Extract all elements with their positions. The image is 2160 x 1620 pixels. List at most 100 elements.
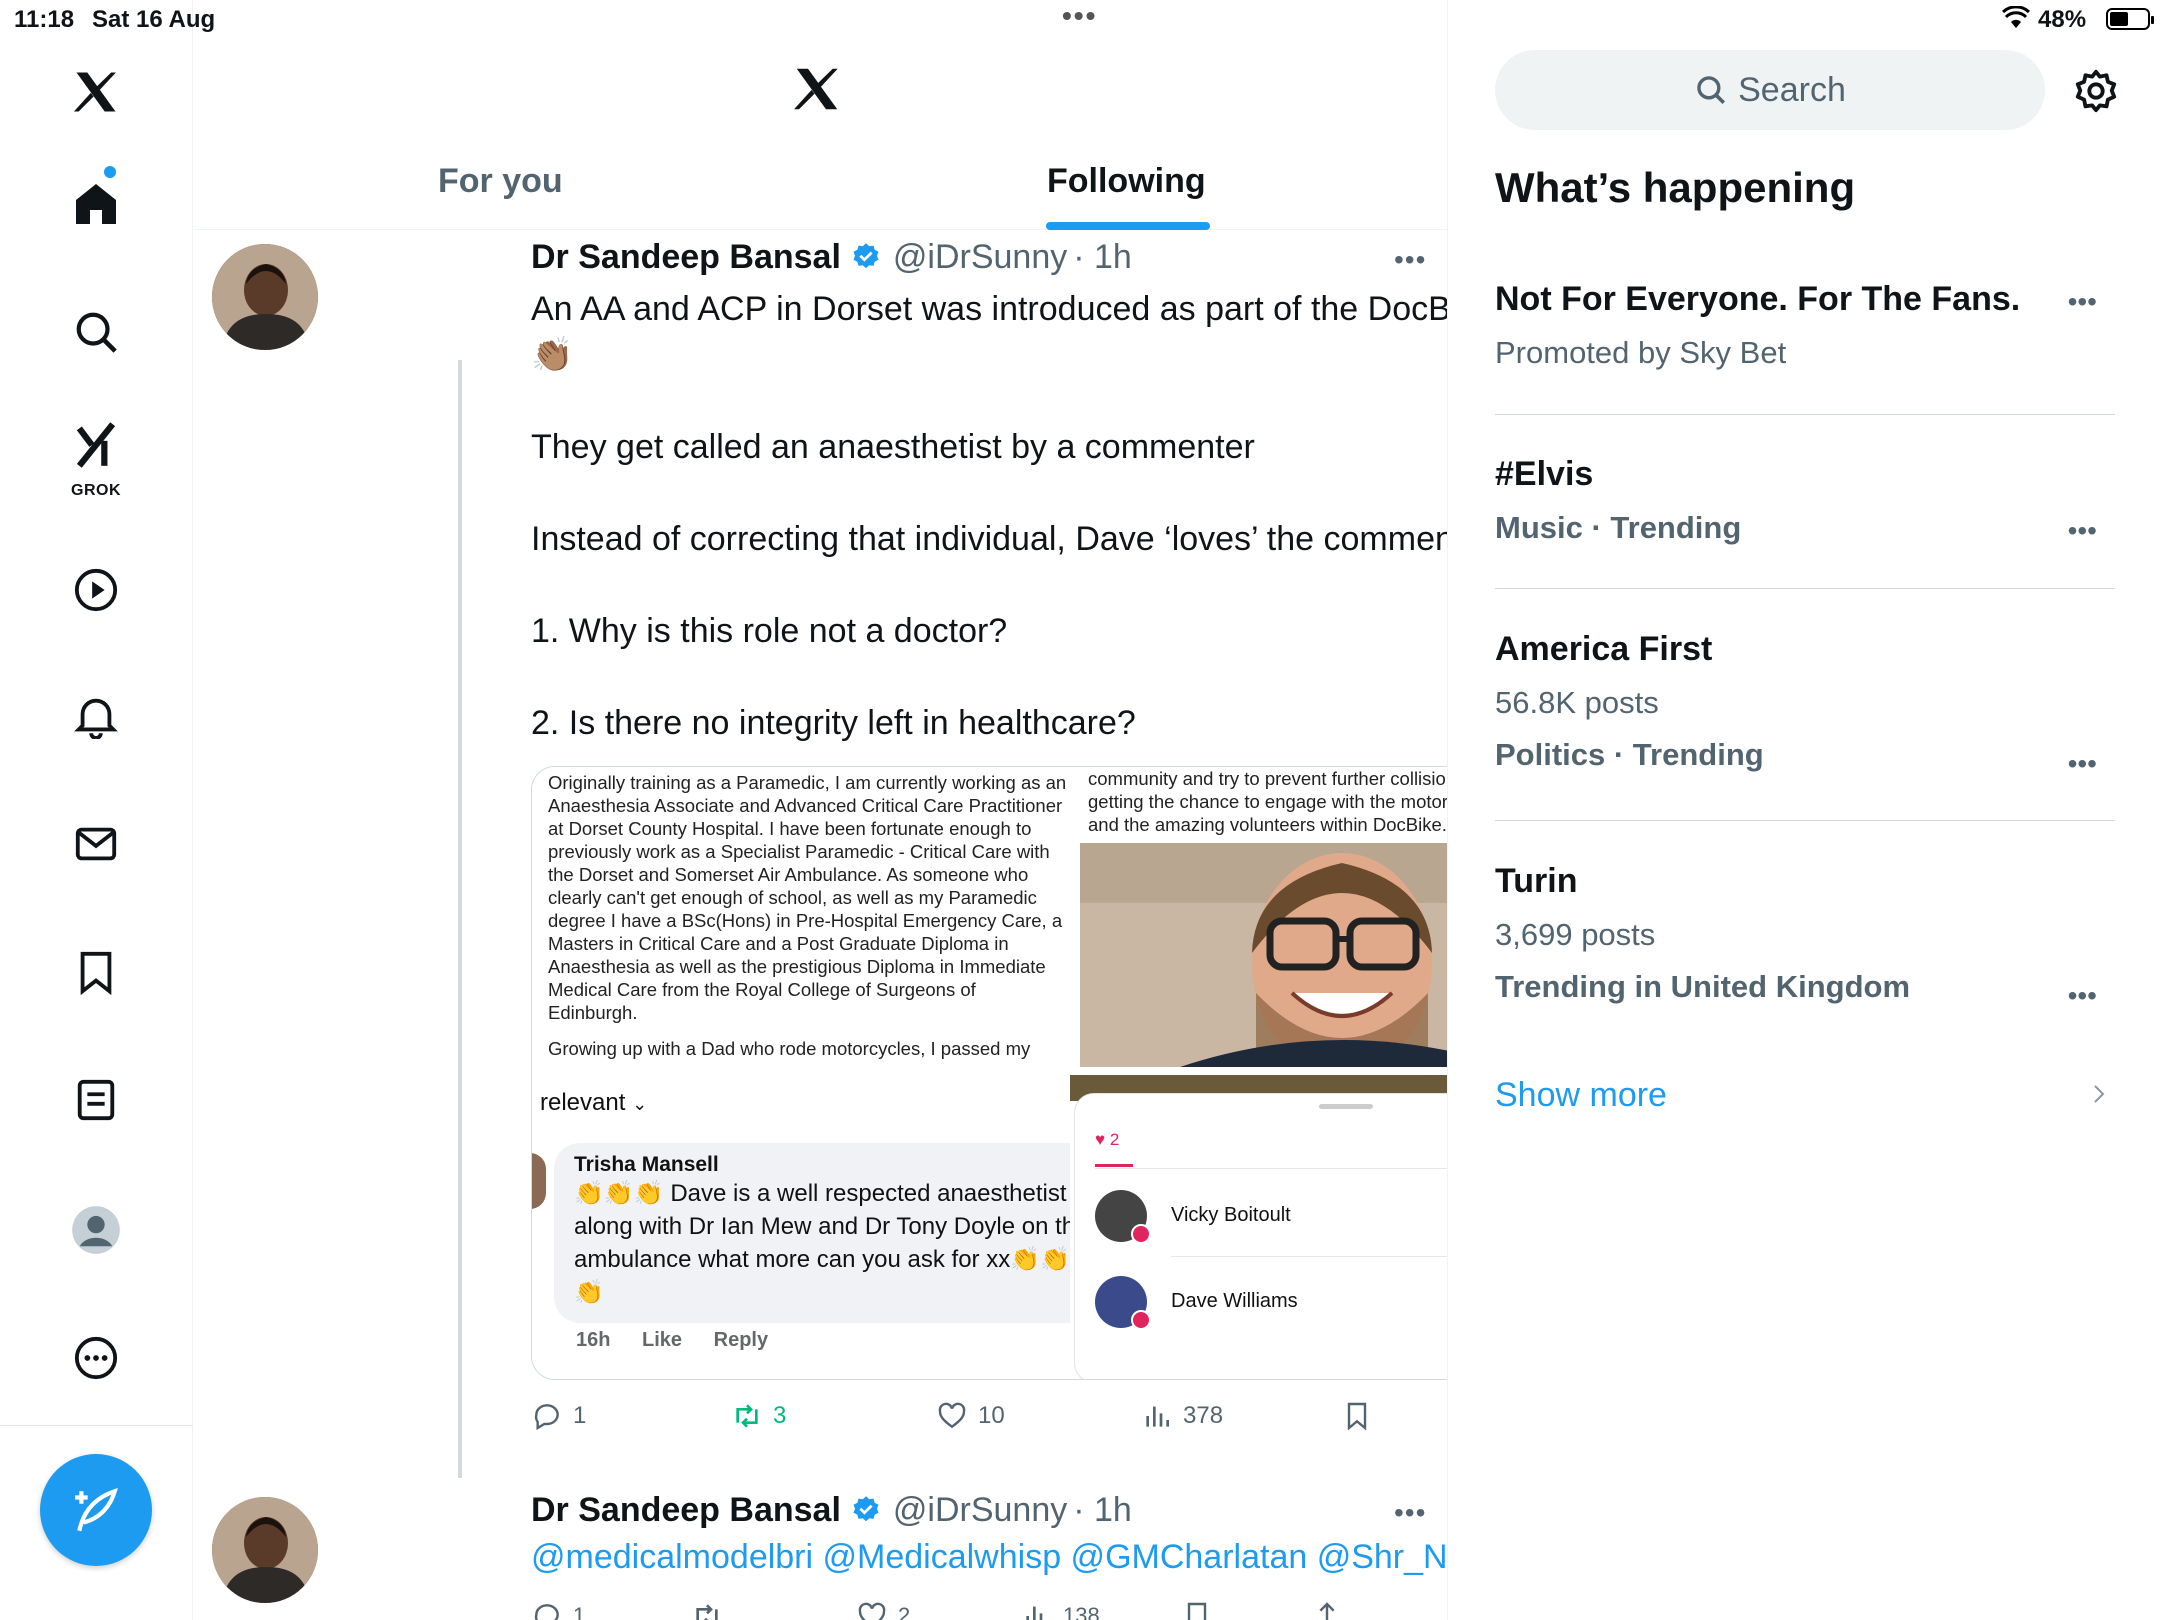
media-image-right[interactable]: community and try to prevent further col… bbox=[1070, 767, 1447, 1379]
tab-following[interactable]: Following bbox=[1047, 162, 1206, 201]
repost-button[interactable]: 3 bbox=[731, 1400, 786, 1432]
tweet-actions: 1 2 138 bbox=[531, 1600, 1447, 1620]
avatar[interactable] bbox=[212, 1497, 318, 1603]
tweet-line: Instead of correcting that individual, D… bbox=[531, 520, 1448, 558]
tweet-author[interactable]: Dr Sandeep Bansal @iDrSunny · 1h bbox=[531, 1491, 1132, 1530]
screenshot-bio-text-2: Growing up with a Dad who rode motorcycl… bbox=[548, 1038, 1031, 1059]
mail-icon[interactable] bbox=[56, 804, 136, 884]
search-placeholder: Search bbox=[1738, 70, 1846, 109]
liker-row: Dave Williams bbox=[1095, 1276, 1447, 1336]
avatar[interactable] bbox=[212, 244, 318, 350]
views-icon bbox=[1026, 1606, 1049, 1620]
search-icon bbox=[1697, 76, 1726, 105]
tweet-time[interactable]: · 1h bbox=[1073, 238, 1132, 276]
views-button[interactable]: 138 bbox=[1021, 1600, 1100, 1620]
x-logo-icon[interactable] bbox=[56, 52, 136, 132]
trend-more-icon[interactable]: ••• bbox=[2068, 980, 2097, 1012]
gear-icon[interactable] bbox=[2073, 68, 2119, 114]
liker-row: Vicky Boitoult bbox=[1095, 1190, 1447, 1250]
reply-count: 1 bbox=[573, 1603, 586, 1620]
likes-sheet: ♥ 2 Vicky Boitoult Dave Williams bbox=[1074, 1093, 1447, 1379]
bookmark-button[interactable] bbox=[1341, 1400, 1373, 1432]
like-button[interactable]: 2 bbox=[856, 1600, 910, 1620]
trend-more-icon[interactable]: ••• bbox=[2068, 286, 2097, 318]
tweet-actions: 1 3 10 378 bbox=[531, 1400, 1447, 1440]
tweet-media[interactable]: Originally training as a Paramedic, I am… bbox=[531, 766, 1447, 1380]
trend-item[interactable]: Turin 3,699 posts Trending in United Kin… bbox=[1495, 862, 2115, 1011]
tweet-more-icon[interactable]: ••• bbox=[1394, 244, 1426, 276]
sort-relevant: relevant ⌄ bbox=[540, 1089, 647, 1117]
likes-count-value: 2 bbox=[1109, 1130, 1120, 1149]
trend-more-icon[interactable]: ••• bbox=[2068, 515, 2097, 547]
trend-posts: 56.8K posts bbox=[1495, 685, 1659, 720]
tweet-author[interactable]: Dr Sandeep Bansal @iDrSunny · 1h bbox=[531, 238, 1132, 277]
video-icon[interactable] bbox=[56, 550, 136, 630]
author-name[interactable]: Dr Sandeep Bansal bbox=[531, 238, 841, 276]
like-count: 2 bbox=[898, 1603, 911, 1620]
chevron-right-icon[interactable] bbox=[2087, 1082, 2111, 1106]
trend-more-icon[interactable]: ••• bbox=[2068, 748, 2097, 780]
status-time: 11:18 bbox=[14, 6, 75, 33]
trend-title: #Elvis bbox=[1495, 455, 1594, 493]
status-bar: 11:18 Sat 16 Aug ••• 48% bbox=[0, 0, 2160, 40]
bell-icon[interactable] bbox=[56, 676, 136, 756]
sort-label: relevant bbox=[540, 1089, 626, 1116]
author-handle[interactable]: @iDrSunny bbox=[893, 238, 1067, 276]
author-name[interactable]: Dr Sandeep Bansal bbox=[531, 1491, 841, 1529]
verified-icon bbox=[853, 243, 879, 269]
screenshot-bio-text: Originally training as a Paramedic, I am… bbox=[548, 772, 1067, 1023]
tweet-time[interactable]: · 1h bbox=[1073, 1491, 1132, 1529]
repost-button[interactable] bbox=[691, 1600, 723, 1620]
tweet-line: They get called an anaesthetist by a com… bbox=[531, 428, 1255, 466]
author-handle[interactable]: @iDrSunny bbox=[893, 1491, 1067, 1529]
bookmark-button[interactable] bbox=[1181, 1600, 1213, 1620]
tweet-more-icon[interactable]: ••• bbox=[1394, 1497, 1426, 1529]
share-button[interactable] bbox=[1311, 1600, 1343, 1620]
wifi-icon bbox=[2002, 6, 2030, 28]
like-button[interactable]: 10 bbox=[936, 1400, 1005, 1432]
trend-item[interactable]: America First 56.8K posts Politics · Tre… bbox=[1495, 630, 2115, 779]
bookmark-icon bbox=[1347, 1402, 1367, 1431]
tab-active-indicator bbox=[1046, 222, 1210, 230]
sheet-divider bbox=[1095, 1168, 1447, 1169]
heart-icon bbox=[1131, 1310, 1151, 1330]
trend-divider bbox=[1495, 588, 2115, 589]
likes-tab-underline bbox=[1095, 1164, 1133, 1167]
repost-icon bbox=[696, 1604, 718, 1620]
tab-for-you[interactable]: For you bbox=[438, 162, 563, 201]
sheet-handle bbox=[1319, 1104, 1373, 1109]
multitasking-dots-icon[interactable]: ••• bbox=[1062, 0, 1097, 32]
views-button[interactable]: 378 bbox=[1141, 1400, 1223, 1432]
comment-time: 16h bbox=[576, 1329, 611, 1351]
bookmark-icon bbox=[1187, 1602, 1207, 1620]
trend-meta: Politics · Trending bbox=[1495, 737, 1764, 772]
nav-divider bbox=[0, 1425, 193, 1426]
x-logo-icon[interactable] bbox=[790, 62, 844, 116]
likes-count: ♥ 2 bbox=[1095, 1130, 1120, 1149]
tweet-mentions[interactable]: @medicalmodelbri @Medicalwhisp @GMCharla… bbox=[531, 1538, 1447, 1577]
heart-icon bbox=[1131, 1224, 1151, 1244]
reply-button[interactable]: 1 bbox=[531, 1600, 585, 1620]
profile-icon[interactable] bbox=[56, 1190, 136, 1270]
row-divider bbox=[1171, 1256, 1447, 1257]
search-icon[interactable] bbox=[56, 292, 136, 372]
compose-button[interactable] bbox=[40, 1454, 152, 1566]
share-icon bbox=[1319, 1602, 1335, 1620]
grok-icon[interactable]: GROK bbox=[56, 412, 136, 499]
trend-title: Not For Everyone. For The Fans. bbox=[1495, 280, 2021, 318]
more-icon[interactable] bbox=[56, 1318, 136, 1398]
reply-icon bbox=[534, 1604, 559, 1620]
right-sidebar: Search What’s happening Not For Everyone… bbox=[1449, 0, 2160, 1620]
list-icon[interactable] bbox=[56, 1060, 136, 1140]
reply-icon bbox=[534, 1404, 559, 1431]
home-icon[interactable] bbox=[56, 164, 136, 244]
trend-item[interactable]: Not For Everyone. For The Fans. Promoted… bbox=[1495, 280, 2115, 371]
comment-bubble: Trisha Mansell 👏👏👏 Dave is a well respec… bbox=[554, 1143, 1070, 1323]
search-input[interactable]: Search bbox=[1495, 50, 2045, 130]
bookmark-icon[interactable] bbox=[56, 932, 136, 1012]
chevron-down-icon: ⌄ bbox=[632, 1094, 648, 1114]
show-more-link[interactable]: Show more bbox=[1495, 1076, 1667, 1115]
reply-button[interactable]: 1 bbox=[531, 1400, 586, 1432]
media-image-left[interactable]: Originally training as a Paramedic, I am… bbox=[532, 767, 1070, 1379]
trend-item[interactable]: #Elvis Music · Trending ••• bbox=[1495, 455, 2115, 546]
